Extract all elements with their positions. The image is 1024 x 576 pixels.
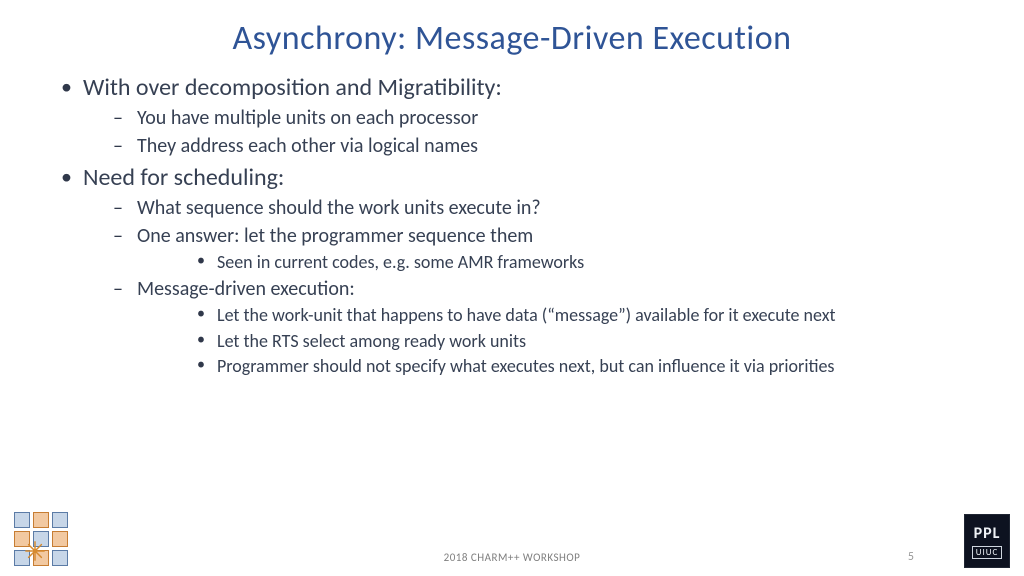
bullet-l3: Programmer should not specify what execu… <box>137 355 969 378</box>
bullet-l1: Need for scheduling: What sequence shoul… <box>55 163 969 379</box>
bullet-text: They address each other via logical name… <box>137 134 478 158</box>
uiuc-text: UIUC <box>972 546 1003 559</box>
bullet-text: What sequence should the work units exec… <box>137 196 541 220</box>
bullet-text: With over decomposition and Migratibilit… <box>83 73 502 102</box>
footer-text: 2018 CHARM++ WORKSHOP <box>0 551 1024 564</box>
bullet-l3: Let the work-unit that happens to have d… <box>137 304 969 327</box>
bullet-text: Message-driven execution: <box>137 277 355 301</box>
bullet-l2: They address each other via logical name… <box>83 133 969 159</box>
bullet-text: Seen in current codes, e.g. some AMR fra… <box>217 251 584 273</box>
bullet-l1: With over decomposition and Migratibilit… <box>55 73 969 159</box>
bullet-l2: You have multiple units on each processo… <box>83 105 969 131</box>
bullet-text: One answer: let the programmer sequence … <box>137 224 533 248</box>
bullet-l2: Message-driven execution: Let the work-u… <box>83 276 969 378</box>
ppl-uiuc-logo-icon: PPL UIUC <box>964 514 1010 568</box>
bullet-text: Let the work-unit that happens to have d… <box>217 304 836 326</box>
slide-title: Asynchrony: Message-Driven Execution <box>0 0 1024 59</box>
slide-content: With over decomposition and Migratibilit… <box>0 59 1024 379</box>
bullet-l2: One answer: let the programmer sequence … <box>83 223 969 274</box>
bullet-text: Programmer should not specify what execu… <box>217 355 834 377</box>
charm-logo-icon <box>14 512 68 566</box>
bullet-l2: What sequence should the work units exec… <box>83 195 969 221</box>
bullet-text: Need for scheduling: <box>83 163 284 192</box>
bullet-text: Let the RTS select among ready work unit… <box>217 330 526 352</box>
bullet-text: You have multiple units on each processo… <box>137 106 478 130</box>
bullet-l3: Seen in current codes, e.g. some AMR fra… <box>137 251 969 274</box>
page-number: 5 <box>908 550 914 564</box>
bullet-l3: Let the RTS select among ready work unit… <box>137 330 969 353</box>
ppl-text: PPL <box>974 526 1001 542</box>
